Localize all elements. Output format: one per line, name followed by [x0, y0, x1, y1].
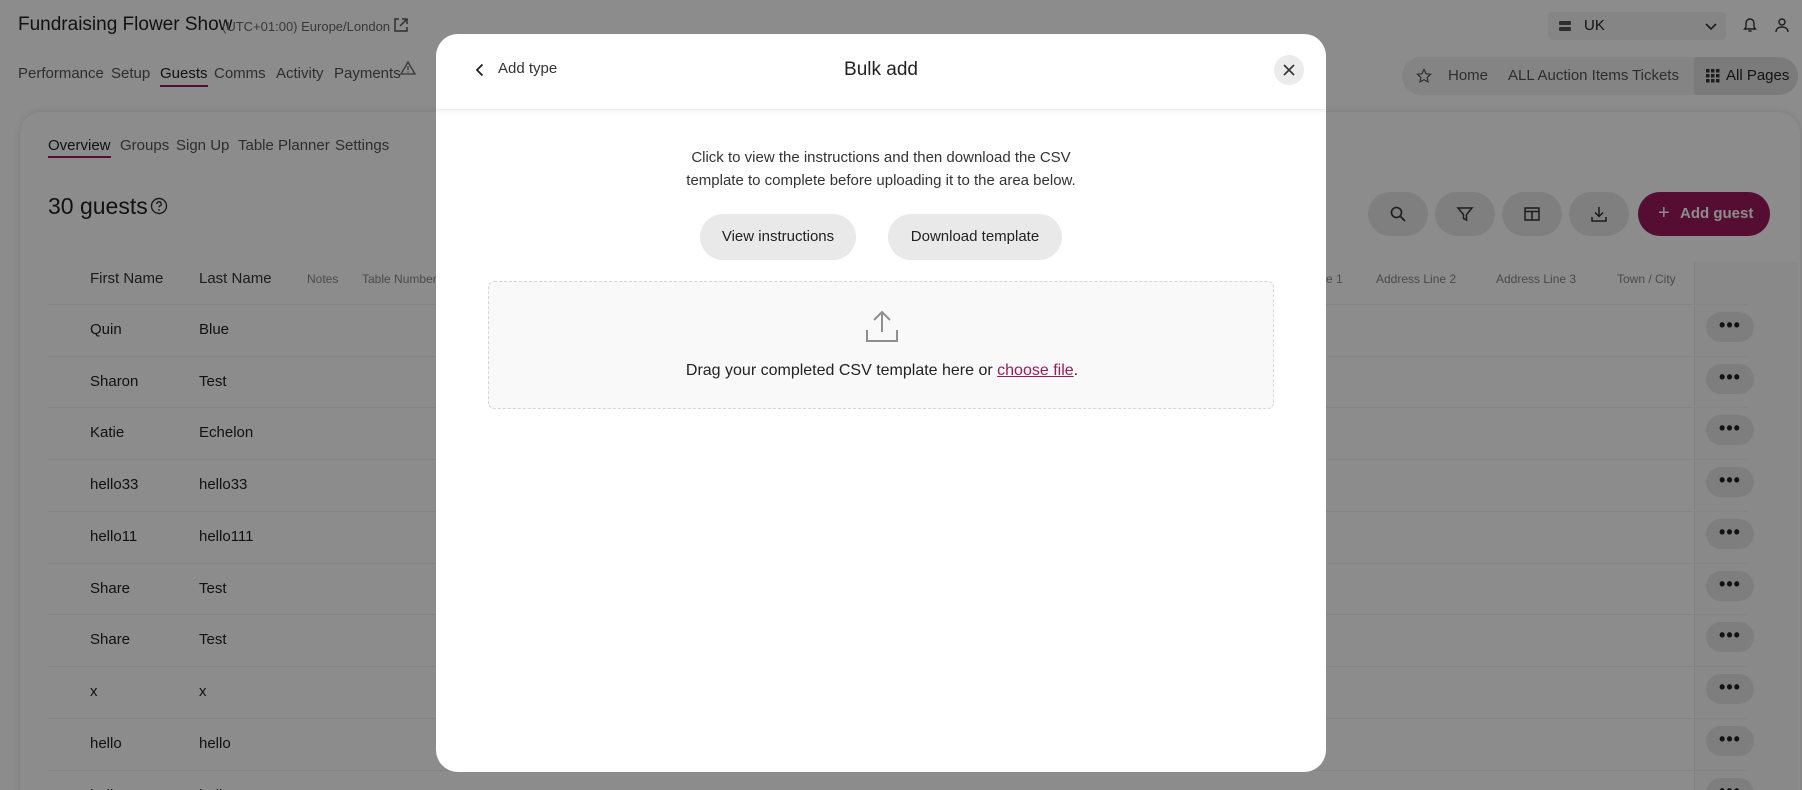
close-icon — [1283, 64, 1295, 76]
bulk-add-modal: Add type Bulk add Click to view the inst… — [436, 34, 1326, 772]
view-instructions-button[interactable]: View instructions — [700, 214, 856, 260]
instructions-text: Click to view the instructions and then … — [436, 146, 1326, 192]
choose-file-link[interactable]: choose file — [997, 362, 1074, 379]
download-template-button[interactable]: Download template — [888, 214, 1062, 260]
dropzone-suffix: . — [1073, 362, 1079, 379]
modal-title: Bulk add — [844, 59, 918, 80]
modal-header: Add type Bulk add — [436, 34, 1326, 110]
dropzone-prompt: Drag your completed CSV template here or — [685, 362, 998, 379]
instructions-line-1: Click to view the instructions and then … — [691, 149, 1071, 166]
close-button[interactable] — [1274, 55, 1304, 85]
upload-icon — [864, 308, 900, 344]
dropzone-text: Drag your completed CSV template here or… — [489, 362, 1275, 380]
csv-dropzone[interactable]: Drag your completed CSV template here or… — [488, 281, 1274, 409]
instructions-line-2: template to complete before uploading it… — [686, 172, 1076, 189]
